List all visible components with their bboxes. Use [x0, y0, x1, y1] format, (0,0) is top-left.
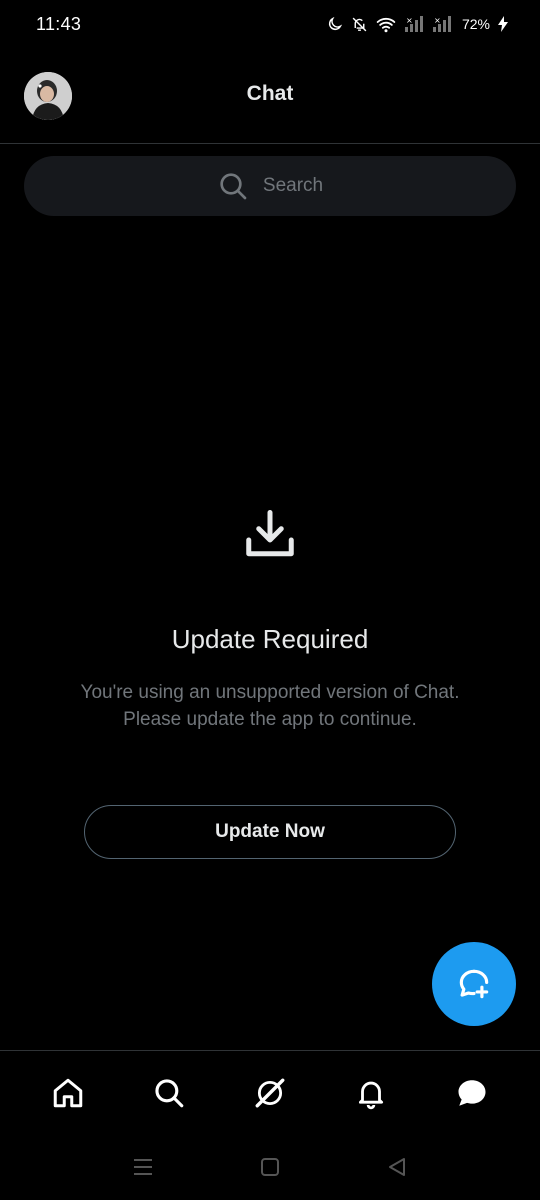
svg-text:×: ×	[434, 16, 441, 25]
search-input[interactable]: Search	[24, 156, 516, 216]
signal-icon: ×	[432, 16, 451, 32]
back-button[interactable]	[367, 1137, 427, 1197]
search-icon	[220, 173, 247, 200]
new-message-icon	[459, 969, 489, 999]
back-icon	[388, 1158, 405, 1176]
battery-charging-icon	[498, 16, 508, 32]
bottom-nav	[0, 1050, 540, 1134]
nav-search[interactable]	[133, 1057, 205, 1129]
system-nav	[0, 1134, 540, 1200]
signal-icon: ×	[404, 16, 423, 32]
header: Chat	[0, 48, 540, 144]
download-icon	[240, 505, 300, 570]
bell-icon	[358, 1081, 383, 1109]
chat-screen: 11:43 × × 72% Chat Search Update Require…	[0, 0, 540, 1200]
battery-level: 72%	[461, 16, 490, 32]
chat-bubble-icon	[458, 1079, 486, 1106]
search-icon	[155, 1078, 184, 1107]
search-placeholder: Search	[262, 175, 324, 196]
update-title: Update Required	[171, 624, 369, 654]
update-description: You're using an unsupported version of C…	[80, 682, 460, 730]
update-now-button[interactable]: Update Now	[84, 805, 456, 859]
page-title: Chat	[246, 82, 294, 105]
update-required-panel: Update Required You're using an unsuppor…	[0, 505, 540, 733]
status-bar: 11:43 × × 72%	[0, 0, 540, 48]
nav-messages[interactable]	[436, 1057, 508, 1129]
bell-off-icon	[352, 17, 367, 31]
recents-icon	[134, 1159, 153, 1175]
grok-icon	[255, 1078, 285, 1107]
status-icons: × × 72%	[327, 15, 508, 33]
home-icon	[54, 1078, 83, 1107]
svg-text:×: ×	[406, 16, 413, 25]
wifi-icon	[376, 17, 396, 32]
status-time: 11:43	[36, 13, 82, 34]
system-home-button[interactable]	[240, 1137, 300, 1197]
nav-home[interactable]	[32, 1057, 104, 1129]
home-square-icon	[260, 1158, 279, 1176]
nav-notifications[interactable]	[335, 1057, 407, 1129]
recents-button[interactable]	[113, 1137, 173, 1197]
moon-icon	[328, 16, 343, 31]
nav-grok[interactable]	[234, 1057, 306, 1129]
new-message-button[interactable]	[432, 942, 516, 1026]
